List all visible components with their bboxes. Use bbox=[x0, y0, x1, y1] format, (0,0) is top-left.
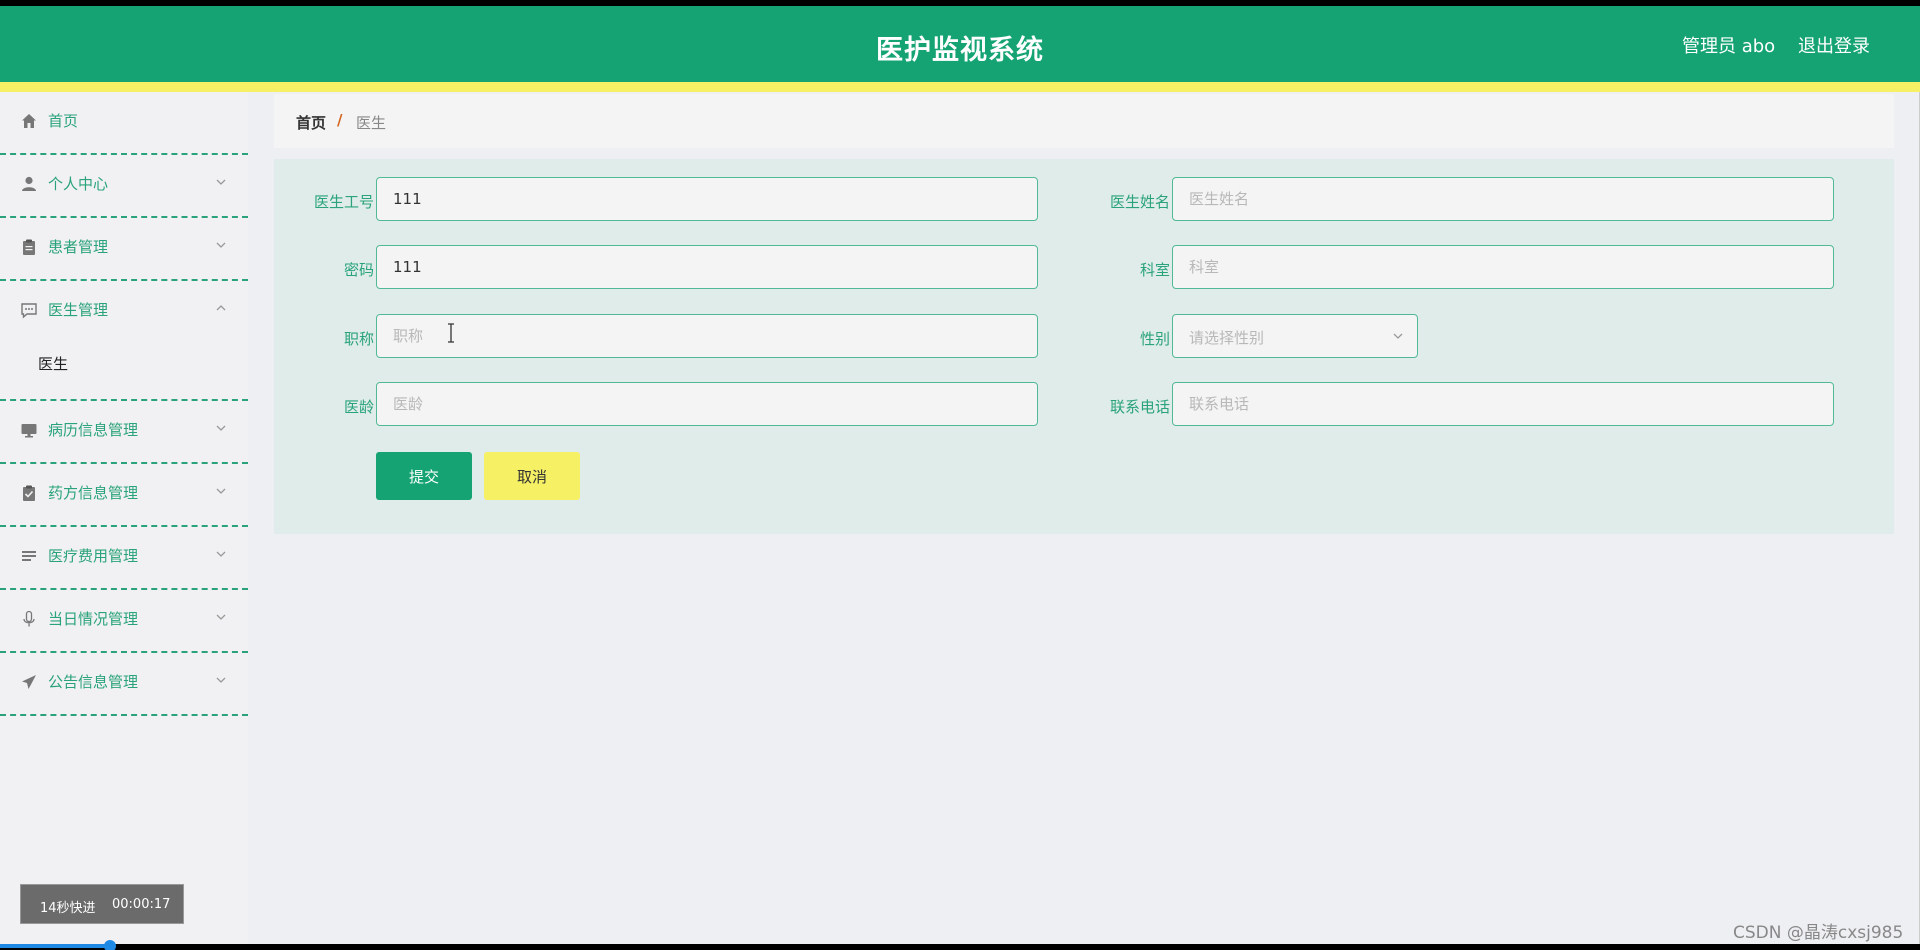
microphone-icon bbox=[23, 610, 35, 627]
home-icon bbox=[22, 114, 36, 128]
sidebar-item-home[interactable]: 首页 bbox=[0, 92, 248, 155]
chevron-down-icon bbox=[216, 488, 226, 494]
gender-select[interactable]: 请选择性别 bbox=[1172, 314, 1418, 358]
chevron-down-icon bbox=[216, 551, 226, 557]
chat-icon bbox=[21, 303, 37, 319]
top-header: 医护监视系统 管理员 abo 退出登录 bbox=[0, 6, 1920, 82]
sidebar-item-label: 药方信息管理 bbox=[48, 484, 139, 502]
phone-label: 联系电话 bbox=[1109, 398, 1170, 416]
sidebar-item-label: 患者管理 bbox=[48, 238, 109, 256]
monitor-icon bbox=[21, 424, 37, 438]
sidebar: 首页 个人中心 患者管理 医生管理 医生 病历信息管理 药方信息管理 医疗费用管… bbox=[0, 92, 248, 944]
doctor-form: 医生工号 医生姓名 密码 科室 职称 性别 请选择性别 医龄 联系电话 提交 取… bbox=[274, 159, 1894, 534]
playback-timer: 14秒快进 00:00:17 bbox=[20, 884, 184, 924]
sidebar-item-medical-fees[interactable]: 医疗费用管理 bbox=[0, 527, 248, 590]
breadcrumb: 首页 / 医生 bbox=[274, 94, 1894, 148]
sidebar-item-label: 病历信息管理 bbox=[48, 421, 139, 439]
video-progress-track[interactable] bbox=[0, 944, 1920, 950]
sidebar-subitem-doctor[interactable]: 医生 bbox=[0, 337, 248, 387]
sidebar-item-doctor-management[interactable]: 医生管理 医生 bbox=[0, 281, 248, 401]
breadcrumb-home-link[interactable]: 首页 bbox=[296, 112, 326, 133]
chevron-down-icon bbox=[216, 677, 226, 683]
sidebar-subitem-label: 医生 bbox=[38, 355, 69, 373]
sidebar-item-label: 医疗费用管理 bbox=[48, 547, 139, 565]
password-label: 密码 bbox=[343, 261, 374, 279]
doctor-name-label: 医生姓名 bbox=[1109, 193, 1170, 211]
chevron-down-icon bbox=[216, 242, 226, 248]
doctor-id-label: 医生工号 bbox=[313, 193, 374, 211]
cancel-button[interactable]: 取消 bbox=[484, 452, 580, 500]
department-label: 科室 bbox=[1139, 261, 1170, 279]
breadcrumb-current: 医生 bbox=[356, 114, 387, 132]
chevron-down-icon bbox=[216, 614, 226, 620]
app-window: 医护监视系统 管理员 abo 退出登录 首页 个人中心 患者管理 医生管理 医生… bbox=[0, 6, 1920, 944]
job-title-input[interactable] bbox=[376, 314, 1038, 358]
current-user-label: 管理员 abo bbox=[1682, 36, 1776, 57]
breadcrumb-separator: / bbox=[337, 111, 343, 129]
sidebar-item-label: 医生管理 bbox=[48, 301, 109, 319]
department-input[interactable] bbox=[1172, 245, 1834, 289]
sidebar-item-patient-management[interactable]: 患者管理 bbox=[0, 218, 248, 281]
phone-input[interactable] bbox=[1172, 382, 1834, 426]
chevron-down-icon bbox=[1393, 333, 1403, 339]
playback-time: 00:00:17 bbox=[112, 897, 171, 912]
text-cursor-icon bbox=[448, 323, 454, 343]
sidebar-item-label: 首页 bbox=[48, 112, 79, 130]
seniority-input[interactable] bbox=[376, 382, 1038, 426]
seniority-label: 医龄 bbox=[343, 398, 374, 416]
job-title-label: 职称 bbox=[343, 330, 374, 348]
clipboard-icon bbox=[23, 239, 35, 255]
password-input[interactable] bbox=[376, 245, 1038, 289]
chevron-up-icon bbox=[216, 305, 226, 311]
sidebar-item-label: 个人中心 bbox=[48, 175, 109, 193]
fast-forward-label: 14秒快进 bbox=[40, 901, 96, 916]
doctor-id-input[interactable] bbox=[376, 177, 1038, 221]
clipboard-check-icon bbox=[23, 485, 35, 501]
video-progress-fill bbox=[0, 944, 110, 948]
watermark-text: CSDN @晶涛cxsj985 bbox=[1733, 923, 1904, 943]
user-icon bbox=[22, 176, 36, 191]
sidebar-item-daily-status[interactable]: 当日情况管理 bbox=[0, 590, 248, 653]
sidebar-item-announcements[interactable]: 公告信息管理 bbox=[0, 653, 248, 716]
header-accent-strip bbox=[0, 82, 1920, 92]
list-icon bbox=[22, 551, 36, 561]
logout-link[interactable]: 退出登录 bbox=[1798, 32, 1870, 58]
submit-button[interactable]: 提交 bbox=[376, 452, 472, 500]
video-progress-handle[interactable] bbox=[104, 940, 116, 950]
sidebar-item-label: 当日情况管理 bbox=[48, 610, 139, 628]
gender-select-placeholder: 请选择性别 bbox=[1189, 329, 1265, 347]
gender-label: 性别 bbox=[1139, 330, 1170, 348]
sidebar-item-prescriptions[interactable]: 药方信息管理 bbox=[0, 464, 248, 527]
doctor-name-input[interactable] bbox=[1172, 177, 1834, 221]
app-title: 医护监视系统 bbox=[876, 35, 1044, 66]
sidebar-item-label: 公告信息管理 bbox=[48, 673, 139, 691]
chevron-down-icon bbox=[216, 179, 226, 185]
send-icon bbox=[22, 675, 36, 689]
sidebar-item-personal-center[interactable]: 个人中心 bbox=[0, 155, 248, 218]
chevron-down-icon bbox=[216, 425, 226, 431]
sidebar-item-medical-records[interactable]: 病历信息管理 bbox=[0, 401, 248, 464]
